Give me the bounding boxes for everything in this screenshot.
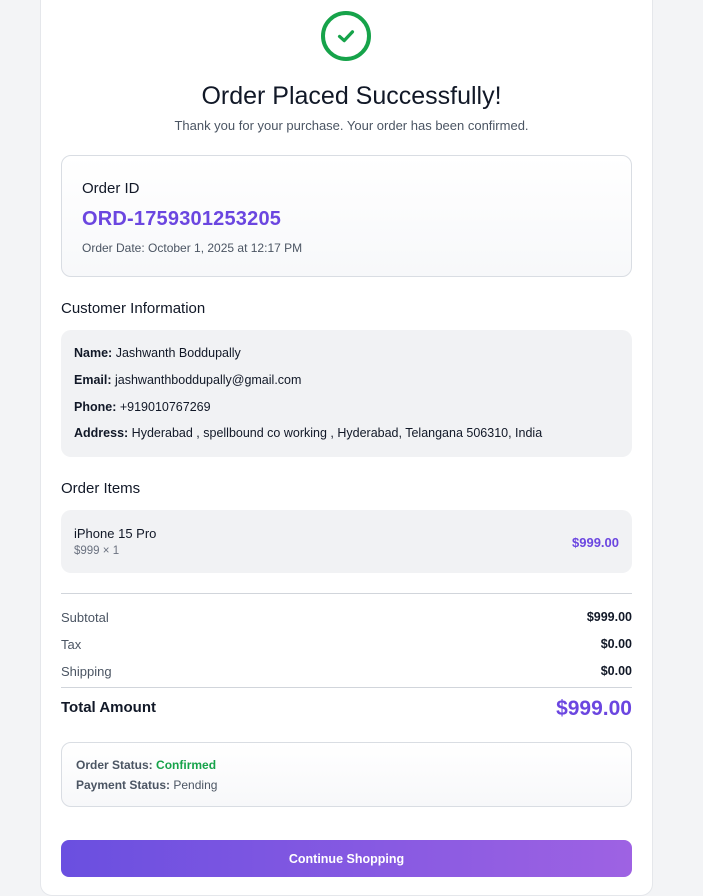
order-id-value: ORD-1759301253205 bbox=[82, 208, 282, 230]
customer-name-label: Name: bbox=[74, 346, 113, 360]
tax-value: $0.00 bbox=[600, 637, 632, 651]
order-status-label: Order Status: bbox=[76, 758, 153, 772]
payment-status-row: Payment Status: Pending bbox=[76, 778, 217, 792]
page-subtitle: Thank you for your purchase. Your order … bbox=[174, 118, 529, 133]
item-price: $999.00 bbox=[572, 535, 619, 550]
customer-phone-row: Phone: +919010767269 bbox=[74, 400, 211, 414]
item-quantity: $999 × 1 bbox=[74, 545, 120, 557]
order-date: Order Date: October 1, 2025 at 12:17 PM bbox=[82, 241, 303, 255]
order-id-panel: Order ID ORD-1759301253205 Order Date: O… bbox=[61, 155, 632, 277]
customer-email: jashwanthboddupally@gmail.com bbox=[115, 373, 302, 387]
status-panel: Order Status: Confirmed Payment Status: … bbox=[61, 742, 632, 807]
status-badge: Confirmed bbox=[156, 758, 217, 772]
checkmark-icon bbox=[337, 30, 355, 43]
customer-name: Jashwanth Boddupally bbox=[115, 346, 241, 360]
customer-email-label: Email: bbox=[74, 373, 112, 387]
customer-address-label: Address: bbox=[74, 426, 129, 440]
summary-divider bbox=[61, 593, 632, 594]
customer-name-row: Name: Jashwanth Boddupally bbox=[74, 346, 241, 360]
check-circle-icon bbox=[321, 11, 371, 61]
item-name: iPhone 15 Pro bbox=[74, 526, 157, 541]
tax-label: Tax bbox=[61, 637, 82, 652]
subtotal-label: Subtotal bbox=[61, 610, 109, 625]
customer-info-heading: Customer Information bbox=[61, 300, 206, 317]
customer-address: Hyderabad , spellbound co working , Hyde… bbox=[131, 426, 543, 440]
order-status-row: Order Status: Confirmed bbox=[76, 758, 216, 772]
customer-email-row: Email: jashwanthboddupally@gmail.com bbox=[74, 373, 301, 387]
customer-address-row: Address: Hyderabad , spellbound co worki… bbox=[74, 426, 542, 440]
page-title: Order Placed Successfully! bbox=[201, 82, 502, 110]
shipping-value: $0.00 bbox=[600, 664, 632, 678]
shipping-label: Shipping bbox=[61, 664, 112, 679]
payment-status-label: Payment Status: bbox=[76, 778, 171, 792]
customer-info-panel: Name: Jashwanth Boddupally Email: jashwa… bbox=[61, 330, 632, 457]
continue-shopping-button[interactable]: Continue Shopping bbox=[61, 840, 632, 877]
customer-phone-label: Phone: bbox=[74, 400, 117, 414]
order-items-heading: Order Items bbox=[61, 480, 141, 497]
order-id-label: Order ID bbox=[82, 180, 140, 197]
total-amount-value: $999.00 bbox=[556, 697, 632, 720]
customer-phone: +919010767269 bbox=[119, 400, 211, 414]
payment-status-value: Pending bbox=[173, 778, 218, 792]
total-amount-label: Total Amount bbox=[61, 699, 156, 716]
subtotal-value: $999.00 bbox=[586, 610, 632, 624]
total-divider bbox=[61, 687, 632, 688]
list-item: iPhone 15 Pro $999 × 1 $999.00 bbox=[61, 510, 632, 573]
